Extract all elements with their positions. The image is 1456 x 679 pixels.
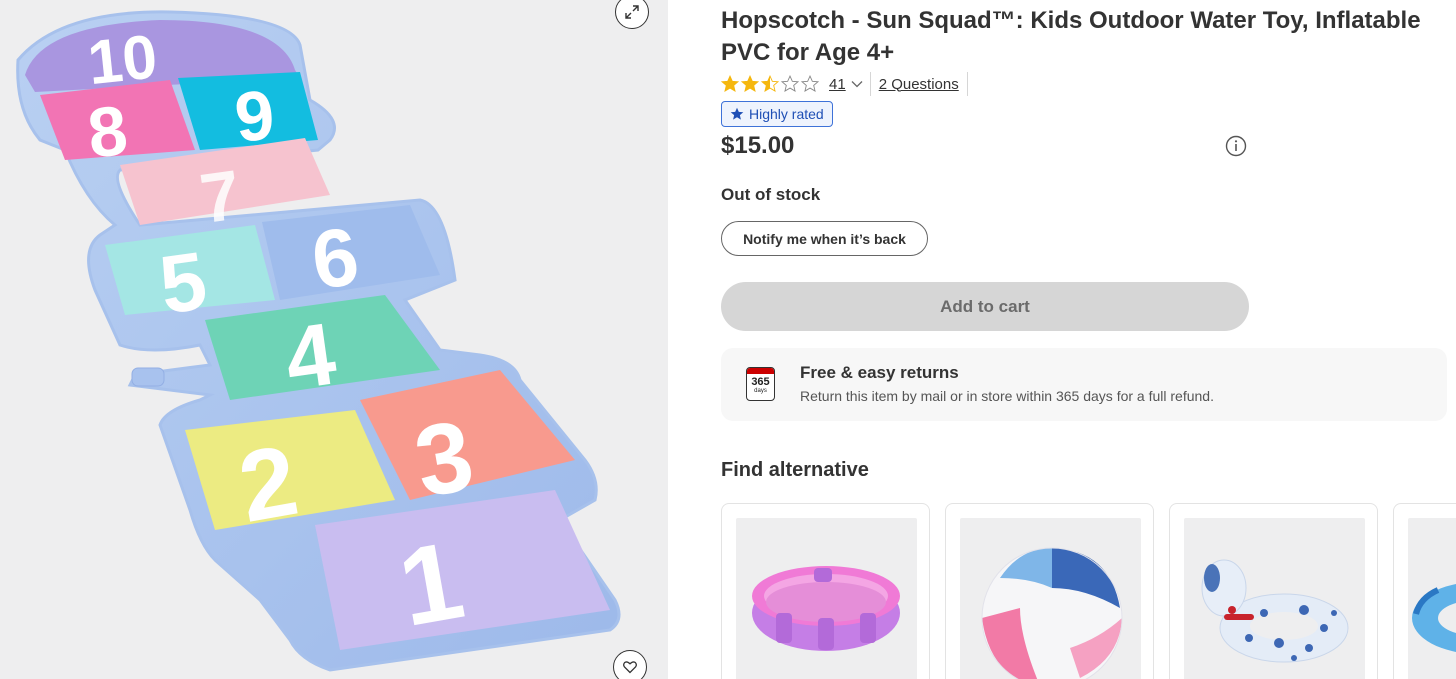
returns-title: Free & easy returns	[800, 363, 959, 382]
info-icon[interactable]	[1225, 135, 1247, 157]
star-icon	[781, 75, 799, 92]
alternatives-heading: Find alternative	[721, 459, 869, 481]
favorite-button[interactable]	[613, 650, 647, 679]
star-icon	[761, 75, 779, 92]
beach-ball-image	[981, 547, 1123, 679]
product-title: Hopscotch - Sun Squad™: Kids Outdoor Wat…	[721, 7, 1421, 66]
calendar-icon: 365 days	[746, 367, 775, 401]
divider	[869, 72, 871, 96]
expand-icon	[625, 5, 639, 19]
alternative-card[interactable]	[1169, 503, 1378, 679]
alternative-card[interactable]	[1393, 503, 1456, 679]
product-price: $15.00	[721, 132, 795, 159]
add-to-cart-button[interactable]: Add to cart	[721, 282, 1249, 331]
star-icon	[741, 75, 759, 92]
dog-float-image	[1201, 559, 1349, 663]
calendar-unit: days	[754, 388, 767, 394]
swim-ring-image	[1412, 584, 1456, 652]
questions-link[interactable]: 2 Questions	[879, 76, 959, 93]
calendar-number: 365	[751, 376, 770, 388]
mat-number-9: 9	[231, 75, 278, 157]
star-icon	[801, 75, 819, 92]
alternative-card[interactable]	[721, 503, 930, 679]
product-image-gallery[interactable]: 10 9 8 7 6 5 4 3 2 1	[0, 0, 668, 679]
rating-row: 41 2 Questions	[721, 72, 968, 96]
product-detail-panel: Hopscotch - Sun Squad™: Kids Outdoor Wat…	[721, 0, 1456, 679]
badge-label: Highly rated	[749, 106, 824, 122]
divider	[966, 72, 968, 96]
alternative-card[interactable]	[945, 503, 1154, 679]
alternatives-carousel	[721, 503, 1456, 679]
returns-description: Return this item by mail or in store wit…	[800, 388, 1214, 404]
heart-icon	[623, 661, 637, 674]
returns-card: 365 days Free & easy returns Return this…	[721, 348, 1447, 421]
highly-rated-badge: Highly rated	[721, 101, 833, 127]
star-icon	[721, 75, 739, 92]
notify-me-button[interactable]: Notify me when it’s back	[721, 221, 928, 256]
star-icon	[730, 107, 744, 120]
stock-status: Out of stock	[721, 185, 821, 204]
rating-count-link[interactable]: 41	[829, 76, 846, 93]
rating-stars[interactable]	[721, 75, 819, 93]
mat-number-10: 10	[85, 22, 161, 98]
mat-number-8: 8	[84, 91, 131, 173]
chevron-down-icon[interactable]	[850, 77, 864, 91]
kiddie-pool-image	[752, 566, 900, 651]
hopscotch-mat-image: 10 9 8 7 6 5 4 3 2 1	[16, 10, 621, 672]
